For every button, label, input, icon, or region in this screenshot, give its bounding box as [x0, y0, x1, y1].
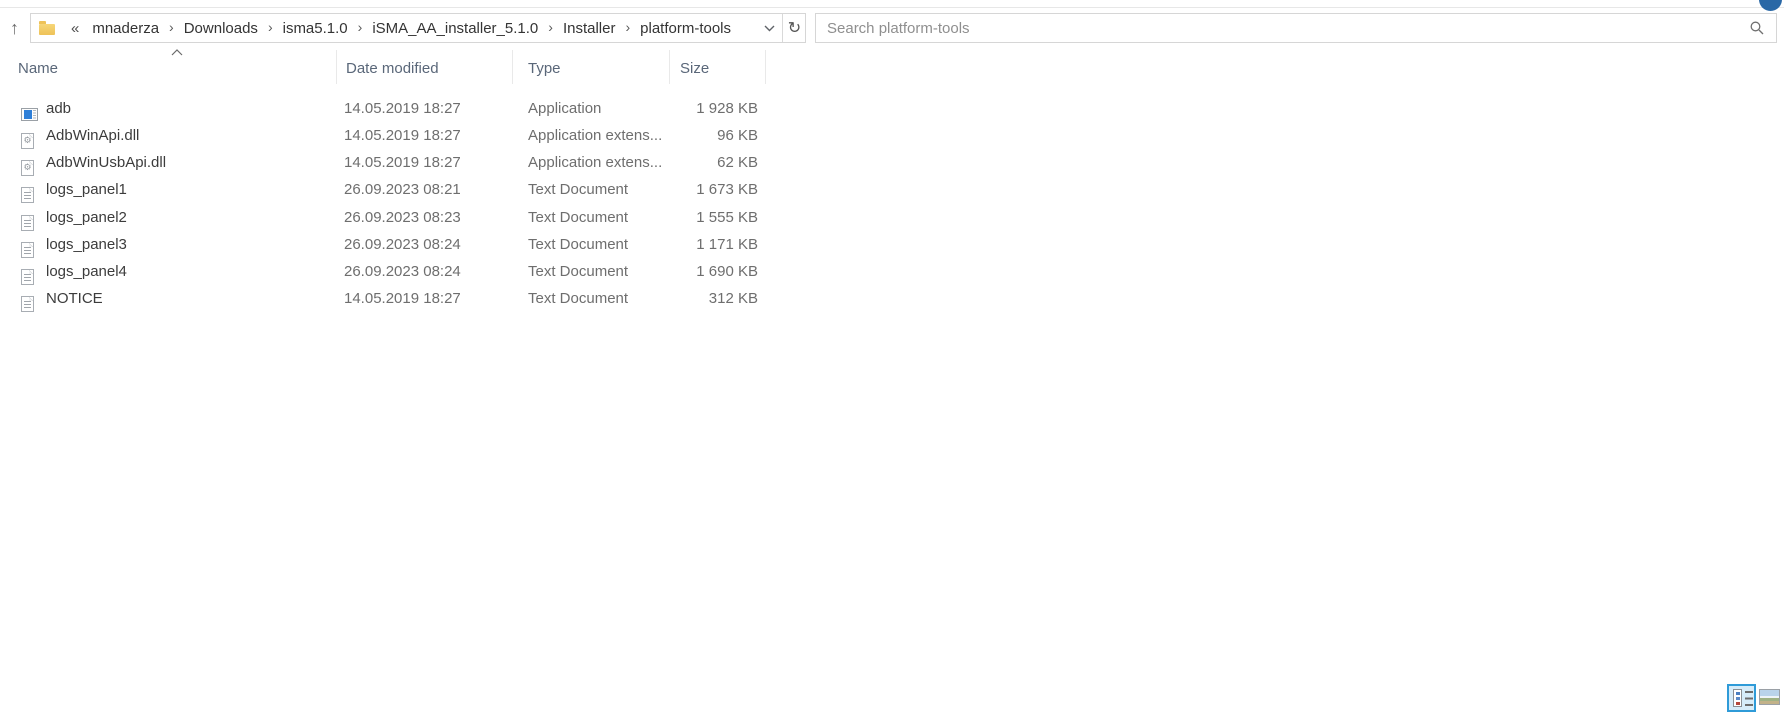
breadcrumb-separator-icon[interactable]: › [624, 19, 631, 35]
navigate-up-button[interactable]: ↑ [1, 14, 28, 42]
file-name: AdbWinUsbApi.dll [46, 149, 336, 176]
sort-ascending-icon [171, 49, 183, 56]
column-header-size[interactable]: Size [680, 58, 758, 80]
file-date-modified: 26.09.2023 08:21 [344, 176, 504, 203]
chevron-down-icon [764, 25, 775, 32]
breadcrumb-separator-icon[interactable]: › [547, 19, 554, 35]
text-document-icon [21, 290, 34, 317]
column-resize-handle[interactable] [669, 50, 670, 84]
refresh-icon: ↻ [788, 18, 801, 38]
file-row-NOTICE[interactable]: NOTICE14.05.2019 18:27Text Document312 K… [14, 285, 780, 312]
column-header-date-modified[interactable]: Date modified [346, 58, 504, 80]
file-name: adb [46, 95, 336, 122]
column-header-type[interactable]: Type [528, 58, 660, 80]
file-name: logs_panel1 [46, 176, 336, 203]
up-arrow-icon: ↑ [10, 18, 19, 39]
toolbar-bottom-divider [0, 7, 1784, 8]
column-resize-handle[interactable] [336, 50, 337, 84]
file-name: AdbWinApi.dll [46, 122, 336, 149]
file-row-logs_panel3[interactable]: logs_panel326.09.2023 08:24Text Document… [14, 231, 780, 258]
breadcrumb-item-Downloads[interactable]: Downloads [175, 17, 267, 40]
breadcrumb-separator-icon[interactable]: › [357, 19, 364, 35]
breadcrumb-item-mnaderza[interactable]: mnaderza [83, 17, 168, 40]
file-name: logs_panel3 [46, 231, 336, 258]
column-resize-handle[interactable] [512, 50, 513, 84]
file-size: 96 KB [634, 122, 758, 149]
blue-circle-icon [1759, 0, 1782, 11]
address-dropdown-button[interactable] [757, 14, 781, 42]
breadcrumb: «mnaderza›Downloads›isma5.1.0›iSMA_AA_in… [67, 17, 740, 40]
file-date-modified: 14.05.2019 18:27 [344, 95, 504, 122]
file-date-modified: 26.09.2023 08:24 [344, 231, 504, 258]
file-name: logs_panel2 [46, 204, 336, 231]
file-row-logs_panel1[interactable]: logs_panel126.09.2023 08:21Text Document… [14, 176, 780, 203]
file-row-AdbWinUsbApi.dll[interactable]: ⚙AdbWinUsbApi.dll14.05.2019 18:27Applica… [14, 149, 780, 176]
file-size: 1 555 KB [634, 204, 758, 231]
thumbnails-view-button[interactable] [1759, 689, 1780, 705]
column-header-name[interactable]: Name [18, 58, 328, 80]
file-row-adb[interactable]: adb14.05.2019 18:27Application1 928 KB [14, 95, 780, 122]
file-date-modified: 26.09.2023 08:23 [344, 204, 504, 231]
breadcrumb-separator-icon[interactable]: › [168, 19, 175, 35]
file-row-logs_panel4[interactable]: logs_panel426.09.2023 08:24Text Document… [14, 258, 780, 285]
address-bar[interactable]: «mnaderza›Downloads›isma5.1.0›iSMA_AA_in… [30, 13, 806, 43]
file-size: 1 171 KB [634, 231, 758, 258]
file-date-modified: 26.09.2023 08:24 [344, 258, 504, 285]
file-row-AdbWinApi.dll[interactable]: ⚙AdbWinApi.dll14.05.2019 18:27Applicatio… [14, 122, 780, 149]
details-view-button[interactable] [1727, 684, 1756, 712]
breadcrumb-overflow-chevron[interactable]: « [67, 20, 83, 37]
refresh-button[interactable]: ↻ [783, 14, 806, 42]
file-name: NOTICE [46, 285, 336, 312]
file-row-logs_panel2[interactable]: logs_panel226.09.2023 08:23Text Document… [14, 204, 780, 231]
file-name: logs_panel4 [46, 258, 336, 285]
breadcrumb-item-iSMA_AA_installer_5.1.0[interactable]: iSMA_AA_installer_5.1.0 [363, 17, 547, 40]
file-size: 1 673 KB [634, 176, 758, 203]
file-date-modified: 14.05.2019 18:27 [344, 122, 504, 149]
breadcrumb-item-platform-tools[interactable]: platform-tools [631, 17, 740, 40]
search-box[interactable] [815, 13, 1777, 43]
file-date-modified: 14.05.2019 18:27 [344, 149, 504, 176]
breadcrumb-item-Installer[interactable]: Installer [554, 17, 625, 40]
search-input[interactable] [816, 14, 1736, 42]
breadcrumb-separator-icon[interactable]: › [267, 19, 274, 35]
file-size: 62 KB [634, 149, 758, 176]
search-icon [1750, 21, 1764, 35]
file-date-modified: 14.05.2019 18:27 [344, 285, 504, 312]
file-size: 312 KB [634, 285, 758, 312]
column-resize-handle[interactable] [765, 50, 766, 84]
folder-icon [39, 24, 55, 35]
file-size: 1 690 KB [634, 258, 758, 285]
breadcrumb-item-isma5.1.0[interactable]: isma5.1.0 [274, 17, 357, 40]
details-list-icon [1733, 689, 1742, 707]
file-size: 1 928 KB [634, 95, 758, 122]
